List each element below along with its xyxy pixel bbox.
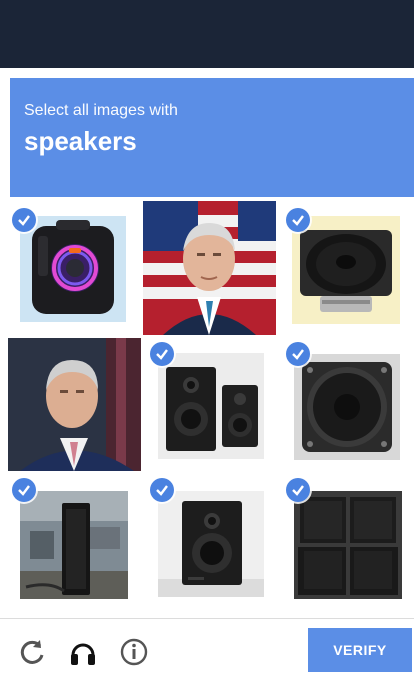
tile-politician-portrait-dark[interactable] [8, 338, 141, 471]
selected-check-icon [150, 478, 174, 502]
bookshelf-speakers-image [158, 353, 264, 459]
challenge-header: Select all images with speakers [10, 78, 414, 197]
studio-monitor-image [158, 491, 264, 597]
column-speaker-image [20, 491, 128, 599]
portable-speaker-image [20, 216, 126, 322]
tile-bookshelf-speaker-pair[interactable] [158, 353, 264, 459]
verify-button[interactable]: VERIFY [308, 628, 412, 672]
tile-studio-monitor-speaker[interactable] [158, 491, 264, 597]
tile-politician-portrait-flag[interactable] [143, 201, 276, 335]
tile-outdoor-column-speaker[interactable] [20, 491, 128, 599]
politician-flag-image [143, 201, 276, 335]
selected-check-icon [12, 208, 36, 232]
speaker-driver-image [292, 216, 400, 324]
tile-round-speaker-driver[interactable] [294, 354, 400, 460]
target-object-text: speakers [24, 126, 137, 156]
tile-stacked-pa-speakers[interactable] [294, 491, 402, 599]
stacked-speakers-image [294, 491, 402, 599]
headphones-icon[interactable] [68, 637, 98, 667]
selected-check-icon [286, 478, 310, 502]
selected-check-icon [150, 342, 174, 366]
captcha-dialog: Select all images with speakers VERIFY [0, 68, 414, 682]
instruction-text: Select all images with [24, 102, 178, 119]
reload-icon[interactable] [18, 637, 48, 667]
info-icon[interactable] [119, 637, 149, 667]
selected-check-icon [286, 342, 310, 366]
politician-dark-image [8, 338, 141, 471]
selected-check-icon [12, 478, 36, 502]
selected-check-icon [286, 208, 310, 232]
captcha-footer: VERIFY [0, 618, 414, 682]
tile-raw-speaker-driver[interactable] [292, 216, 400, 324]
round-driver-image [294, 354, 400, 460]
tile-portable-party-speaker[interactable] [20, 216, 126, 322]
